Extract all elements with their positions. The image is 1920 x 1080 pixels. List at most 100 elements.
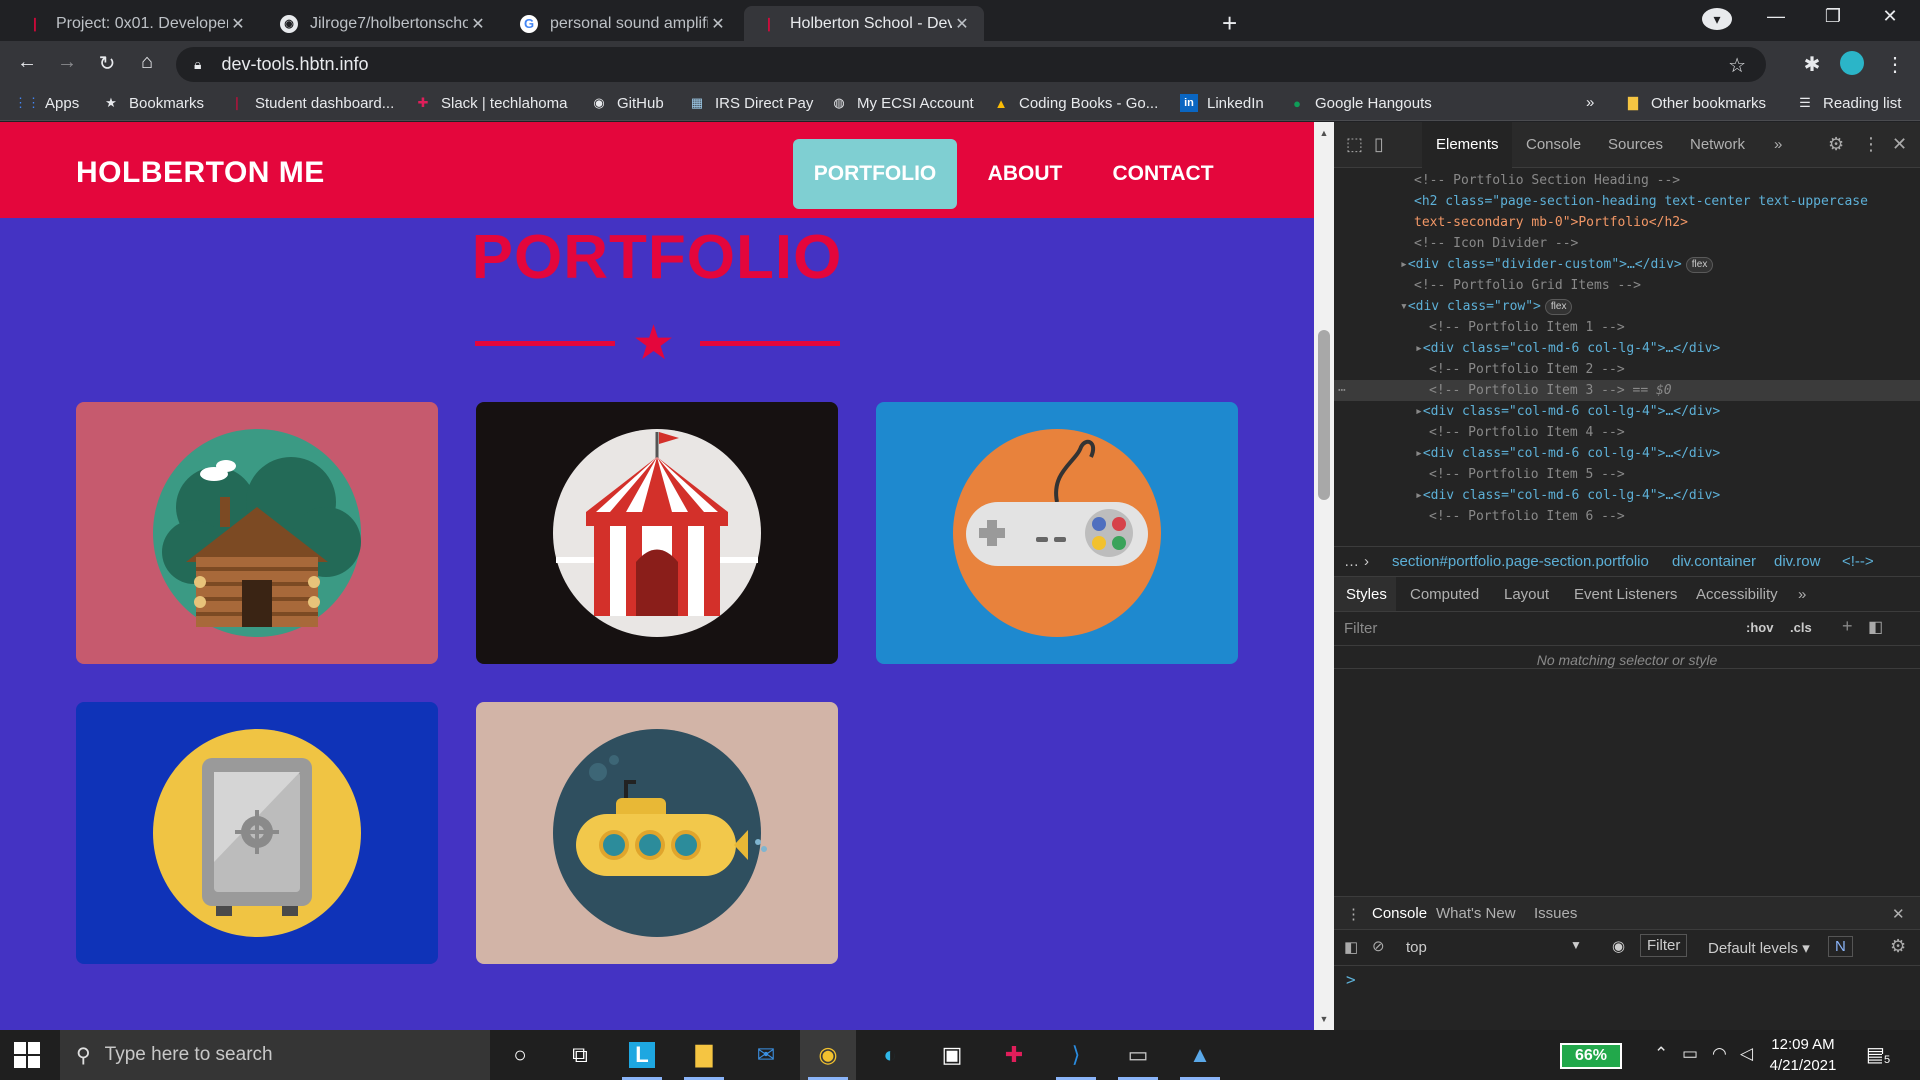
console-prompt[interactable]: > — [1346, 970, 1356, 989]
bookmarks-overflow-chevron[interactable]: » — [1586, 94, 1594, 111]
dom-node[interactable]: <h2 class="page-section-heading text-cen… — [1334, 191, 1920, 212]
bookmark-irs[interactable]: ▦ IRS Direct Pay — [688, 94, 814, 112]
bookmark-student-dashboard[interactable]: ❘ Student dashboard... — [228, 94, 395, 112]
context-select[interactable]: top — [1406, 939, 1427, 956]
dom-node[interactable]: <!-- Portfolio Section Heading --> — [1334, 170, 1920, 191]
wifi-icon[interactable]: ◠ — [1712, 1044, 1727, 1064]
toggle-sidebar-icon[interactable]: ◧ — [1868, 617, 1883, 637]
drawer-tab-console[interactable]: Console — [1372, 905, 1427, 922]
close-icon[interactable]: ✕ — [468, 14, 488, 34]
close-icon[interactable]: ✕ — [1892, 134, 1907, 155]
kebab-menu-icon[interactable]: ⋮ — [1346, 905, 1361, 923]
portfolio-item-submarine[interactable] — [476, 702, 838, 964]
cortana-icon[interactable]: ○ — [492, 1030, 548, 1080]
close-icon[interactable]: ✕ — [1892, 905, 1905, 923]
expand-triangle-icon[interactable]: ▸ — [1415, 488, 1423, 503]
expand-triangle-icon[interactable]: ▸ — [1415, 446, 1423, 461]
expand-triangle-icon[interactable]: ▸ — [1415, 341, 1423, 356]
close-icon[interactable]: ✕ — [228, 14, 248, 34]
chevron-up-icon[interactable]: ⌃ — [1654, 1044, 1668, 1064]
nav-about-link[interactable]: ABOUT — [975, 139, 1075, 209]
tab-search-icon[interactable]: ▾ — [1702, 8, 1732, 30]
dom-node[interactable]: ▾<div class="row"> flex — [1334, 296, 1920, 317]
tab-console[interactable]: Console — [1526, 136, 1581, 153]
tab-layout[interactable]: Layout — [1504, 586, 1549, 603]
cls-toggle[interactable]: .cls — [1790, 620, 1812, 635]
tab-accessibility[interactable]: Accessibility — [1696, 586, 1778, 603]
gear-icon[interactable]: ⚙ — [1890, 936, 1906, 957]
scroll-down-icon[interactable]: ▼ — [1314, 1014, 1334, 1024]
site-brand[interactable]: HOLBERTON ME — [76, 156, 325, 190]
bookmark-github[interactable]: ◉ GitHub — [590, 94, 663, 112]
tab-computed[interactable]: Computed — [1410, 586, 1479, 603]
other-bookmarks[interactable]: ▇ Other bookmarks — [1624, 94, 1766, 112]
gear-icon[interactable]: ⚙ — [1828, 134, 1844, 155]
back-icon[interactable]: ← — [12, 51, 42, 74]
browser-tab[interactable]: G personal sound amplifier - Googl ✕ — [504, 6, 740, 41]
profile-avatar[interactable] — [1840, 51, 1864, 75]
flex-badge[interactable]: flex — [1685, 257, 1714, 273]
bookmark-ecsi[interactable]: ◍ My ECSI Account — [830, 94, 973, 112]
breadcrumb-item[interactable]: … — [1344, 553, 1359, 570]
reading-list[interactable]: ☰ Reading list — [1796, 94, 1901, 112]
windows-start-icon[interactable] — [14, 1042, 40, 1068]
battery-icon[interactable]: ▭ — [1682, 1044, 1698, 1064]
expand-triangle-icon[interactable]: ▸ — [1400, 257, 1408, 272]
hov-toggle[interactable]: :hov — [1746, 620, 1773, 635]
task-view-icon[interactable]: ⧉ — [552, 1030, 608, 1080]
styles-filter-input[interactable]: Filter — [1344, 620, 1377, 637]
dom-node[interactable]: <!-- Portfolio Item 4 --> — [1334, 422, 1920, 443]
home-icon[interactable]: ⌂ — [132, 51, 162, 74]
log-levels-select[interactable]: Default levels ▾ — [1708, 939, 1810, 957]
flex-badge[interactable]: flex — [1544, 299, 1573, 315]
bookmark-linkedin[interactable]: in LinkedIn — [1180, 94, 1264, 112]
portfolio-item-cabin[interactable] — [76, 402, 438, 664]
bookmark-coding-books[interactable]: ▲ Coding Books - Go... — [992, 94, 1159, 112]
chrome-icon[interactable]: ◉ — [800, 1030, 856, 1080]
dom-node[interactable]: <!-- Portfolio Item 5 --> — [1334, 464, 1920, 485]
close-icon[interactable]: ✕ — [708, 14, 728, 34]
browser-tab[interactable]: ❘ Project: 0x01. Developer tools | H ✕ — [10, 6, 260, 41]
breadcrumb-item[interactable]: div.row — [1774, 553, 1820, 570]
vscode-icon[interactable]: ⟩ — [1048, 1030, 1104, 1080]
more-tabs-chevron[interactable]: » — [1774, 136, 1782, 153]
volume-icon[interactable]: ◁ — [1740, 1044, 1753, 1064]
chevron-down-icon[interactable]: ▼ — [1570, 938, 1582, 952]
reload-icon[interactable]: ↻ — [92, 51, 122, 76]
browser-tab[interactable]: ◉ Jilroge7/holbertonschool-intervie ✕ — [264, 6, 500, 41]
nav-portfolio-link[interactable]: PORTFOLIO — [793, 139, 957, 209]
tab-sources[interactable]: Sources — [1608, 136, 1663, 153]
close-icon[interactable]: ✕ — [952, 14, 972, 34]
system-clock[interactable]: 12:09 AM 4/21/2021 — [1760, 1034, 1846, 1076]
edge-icon[interactable]: ◐ — [862, 1030, 918, 1080]
browser-tab-active[interactable]: ❘ Holberton School - Developer to ✕ — [744, 6, 984, 41]
taskbar-search[interactable]: ⚲ Type here to search — [60, 1030, 490, 1080]
restore-button[interactable]: ❐ — [1813, 6, 1853, 27]
tab-event-listeners[interactable]: Event Listeners — [1574, 586, 1677, 603]
bookmark-bookmarks[interactable]: ★ Bookmarks — [102, 94, 204, 112]
store-icon[interactable]: ▣ — [924, 1030, 980, 1080]
dom-node[interactable]: ▸<div class="col-md-6 col-lg-4">…</div> — [1334, 443, 1920, 464]
dom-node[interactable]: <!-- Icon Divider --> — [1334, 233, 1920, 254]
add-rule-icon[interactable]: + — [1842, 616, 1853, 637]
address-bar[interactable]: 🔒︎ dev-tools.hbtn.info ☆ — [176, 47, 1766, 82]
dom-node-selected[interactable]: ⋯ <!-- Portfolio Item 3 --> == $0 — [1334, 380, 1920, 401]
photos-icon[interactable]: ▲ — [1172, 1030, 1228, 1080]
dom-node[interactable]: <!-- Portfolio Item 2 --> — [1334, 359, 1920, 380]
breadcrumb-item[interactable]: div.container — [1672, 553, 1756, 570]
dom-node[interactable]: <!-- Portfolio Item 1 --> — [1334, 317, 1920, 338]
bookmark-slack[interactable]: ✚ Slack | techlahoma — [414, 94, 568, 112]
nav-contact-link[interactable]: CONTACT — [1100, 139, 1226, 209]
dom-node[interactable]: ▸<div class="col-md-6 col-lg-4">…</div> — [1334, 485, 1920, 506]
portfolio-item-circus-tent[interactable] — [476, 402, 838, 664]
scroll-thumb[interactable] — [1318, 330, 1330, 500]
page-scrollbar[interactable]: ▲ ▼ — [1314, 122, 1334, 1030]
portfolio-item-safe[interactable] — [76, 702, 438, 964]
l-app-icon[interactable]: L — [614, 1030, 670, 1080]
bookmark-apps[interactable]: ⋮⋮ Apps — [14, 94, 79, 112]
breadcrumb-item[interactable]: <!--> — [1842, 553, 1874, 570]
issues-badge[interactable]: N — [1828, 936, 1853, 957]
clear-console-icon[interactable]: ⊘ — [1372, 937, 1385, 955]
portfolio-item-game-controller[interactable] — [876, 402, 1238, 664]
collapse-triangle-icon[interactable]: ▾ — [1400, 299, 1408, 314]
